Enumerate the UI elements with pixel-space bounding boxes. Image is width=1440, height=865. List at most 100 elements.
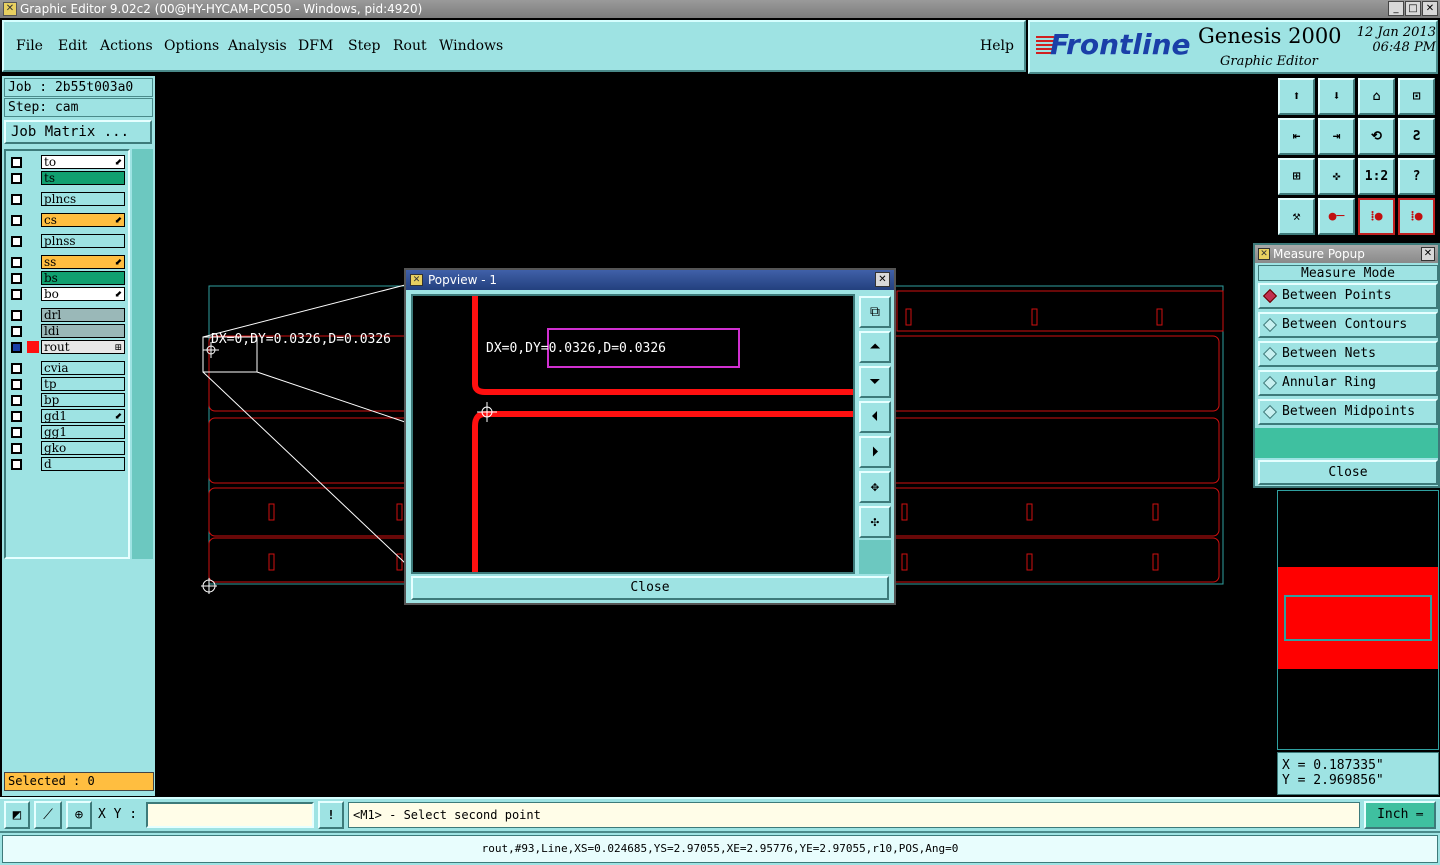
layer-row-rout[interactable]: rout ⊞	[9, 340, 125, 354]
layer-checkbox[interactable]	[11, 411, 22, 422]
pan-left-icon[interactable]: ⇤	[1278, 118, 1315, 155]
pan-right-icon[interactable]: ⇥	[1318, 118, 1355, 155]
home-icon[interactable]: ⌂	[1358, 78, 1395, 115]
redraw-icon[interactable]: ⟲	[1358, 118, 1395, 155]
popview-pan-up-icon[interactable]: ⏶	[859, 331, 891, 363]
layer-checkbox[interactable]	[11, 157, 22, 168]
menu-file[interactable]: File	[16, 38, 43, 54]
layer-list-scrollbar[interactable]	[132, 149, 153, 559]
layer-row-gko[interactable]: gko	[9, 441, 125, 455]
layer-row-tp[interactable]: tp	[9, 377, 125, 391]
layer-name[interactable]: bs	[41, 271, 125, 285]
layer-name[interactable]: cs ⬋	[41, 213, 125, 227]
layer-name[interactable]: cvia	[41, 361, 125, 375]
net-icon-red[interactable]: ⁞●	[1358, 198, 1395, 235]
layer-checkbox[interactable]	[11, 326, 22, 337]
help-icon[interactable]: ?	[1398, 158, 1435, 195]
popview-pan-down-icon[interactable]: ⏷	[859, 366, 891, 398]
layer-checkbox[interactable]	[11, 257, 22, 268]
close-window-button[interactable]: ✕	[1422, 1, 1438, 16]
menu-rout[interactable]: Rout	[393, 38, 427, 54]
layer-row-plncs[interactable]: plncs	[9, 192, 125, 206]
menu-dfm[interactable]: DFM	[298, 38, 333, 54]
layer-row-to[interactable]: to ⬋	[9, 155, 125, 169]
measure-tool-icon[interactable]: ⟋	[34, 801, 62, 829]
measure-option[interactable]: Annular Ring	[1258, 370, 1438, 396]
popview-zoom-in-icon[interactable]: ✥	[859, 471, 891, 503]
layer-row-plnss[interactable]: plnss	[9, 234, 125, 248]
layer-up-icon[interactable]: ⬆	[1278, 78, 1315, 115]
layer-name[interactable]: to ⬋	[41, 155, 125, 169]
layer-checkbox[interactable]	[11, 273, 22, 284]
layer-name[interactable]: plncs	[41, 192, 125, 206]
layer-name[interactable]: d	[41, 457, 125, 471]
job-matrix-button[interactable]: Job Matrix ...	[4, 120, 152, 144]
layer-row-bp[interactable]: bp	[9, 393, 125, 407]
layer-checkbox[interactable]	[11, 215, 22, 226]
overview-viewport[interactable]	[1284, 595, 1432, 641]
select-mode-icon[interactable]: ◩	[4, 801, 30, 829]
xy-input[interactable]	[146, 802, 314, 828]
layer-row-gd1[interactable]: gd1 ⬋	[9, 409, 125, 423]
popview-close-button[interactable]: Close	[411, 576, 889, 600]
layer-row-cs[interactable]: cs ⬋	[9, 213, 125, 227]
layer-name[interactable]: ts	[41, 171, 125, 185]
popview-canvas[interactable]: DX=0,DY=0.0326,D=0.0326	[411, 294, 855, 574]
measure-close-icon[interactable]: ✕	[1421, 247, 1435, 261]
maximize-button[interactable]: □	[1405, 1, 1421, 16]
popview-titlebar[interactable]: ✕ Popview - 1 ✕	[406, 270, 894, 290]
layer-name[interactable]: ldi	[41, 324, 125, 338]
tools-icon[interactable]: ⚒	[1278, 198, 1315, 235]
zoom-ratio-button[interactable]: 1:2	[1358, 158, 1395, 195]
menu-options[interactable]: Options	[164, 38, 219, 54]
window-titlebar[interactable]: ✕ Graphic Editor 9.02c2 (00@HY-HYCAM-PC0…	[0, 0, 1440, 18]
grid-icon[interactable]: ⊕	[66, 801, 92, 829]
layer-checkbox[interactable]	[11, 395, 22, 406]
layer-name[interactable]: tp	[41, 377, 125, 391]
window-frame-icon[interactable]: ⊡	[1398, 78, 1435, 115]
measure-titlebar[interactable]: ✕ Measure Popup ✕	[1255, 245, 1438, 263]
menu-actions[interactable]: Actions	[100, 38, 153, 54]
layer-checkbox[interactable]	[11, 289, 22, 300]
layer-checkbox[interactable]	[11, 236, 22, 247]
popview-pan-left-icon[interactable]: ⏴	[859, 401, 891, 433]
menu-edit[interactable]: Edit	[58, 38, 87, 54]
popview-close-icon[interactable]: ✕	[875, 272, 890, 287]
zoom-center-icon[interactable]: ✜	[1318, 158, 1355, 195]
layer-name[interactable]: gko	[41, 441, 125, 455]
layer-row-bo[interactable]: bo ⬋	[9, 287, 125, 301]
layer-name[interactable]: ss ⬋	[41, 255, 125, 269]
menu-step[interactable]: Step	[348, 38, 380, 54]
layer-name[interactable]: drl	[41, 308, 125, 322]
overview-map[interactable]	[1277, 490, 1439, 750]
layer-checkbox[interactable]	[11, 310, 22, 321]
minimize-button[interactable]: _	[1388, 1, 1404, 16]
alert-icon[interactable]: !	[318, 801, 344, 829]
layer-checkbox[interactable]	[11, 379, 22, 390]
layer-down-icon[interactable]: ⬇	[1318, 78, 1355, 115]
layer-checkbox[interactable]	[11, 173, 22, 184]
menu-help[interactable]: Help	[980, 38, 1014, 54]
layer-row-ts[interactable]: ts	[9, 171, 125, 185]
layer-row-gg1[interactable]: gg1	[9, 425, 125, 439]
layer-row-drl[interactable]: drl	[9, 308, 125, 322]
popview-pan-right-icon[interactable]: ⏵	[859, 436, 891, 468]
popview-zoom-out-icon[interactable]: ✣	[859, 506, 891, 538]
layer-row-ss[interactable]: ss ⬋	[9, 255, 125, 269]
net-icon-blue[interactable]: ⁞●	[1398, 198, 1435, 235]
unit-select[interactable]: Inch ═	[1364, 801, 1436, 829]
zoom-fit-icon[interactable]: ⊞	[1278, 158, 1315, 195]
layer-row-bs[interactable]: bs	[9, 271, 125, 285]
layer-checkbox[interactable]	[11, 443, 22, 454]
layer-name[interactable]: gg1	[41, 425, 125, 439]
popview-zoom-home-icon[interactable]: ⧉	[859, 296, 891, 328]
measure-close-button[interactable]: Close	[1258, 460, 1438, 485]
layer-name[interactable]: bo ⬋	[41, 287, 125, 301]
layer-checkbox[interactable]	[11, 194, 22, 205]
layer-checkbox[interactable]	[11, 459, 22, 470]
layer-checkbox[interactable]	[11, 363, 22, 374]
snap-icon[interactable]: Ƨ	[1398, 118, 1435, 155]
layer-name[interactable]: bp	[41, 393, 125, 407]
measure-option[interactable]: Between Points	[1258, 283, 1438, 309]
measure-option[interactable]: Between Contours	[1258, 312, 1438, 338]
